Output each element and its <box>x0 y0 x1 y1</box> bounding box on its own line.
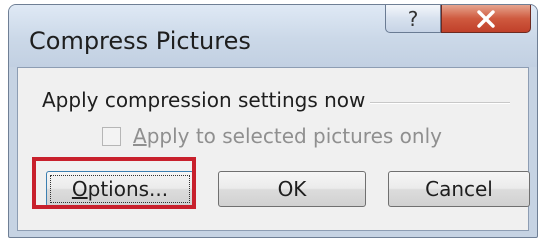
apply-selected-only-checkbox[interactable] <box>102 126 121 146</box>
help-button[interactable]: ? <box>385 5 441 33</box>
group-label: Apply compression settings now <box>42 88 366 112</box>
apply-selected-only-label: Apply to selected pictures only <box>133 124 442 148</box>
ok-button[interactable]: OK <box>218 171 366 207</box>
close-icon <box>477 9 495 28</box>
label-text: pply to selected pictures only <box>146 124 442 148</box>
title-bar[interactable]: Compress Pictures ? <box>9 5 537 67</box>
group-divider <box>370 102 510 104</box>
dialog-title: Compress Pictures <box>29 27 251 55</box>
close-button[interactable] <box>441 5 531 33</box>
annotation-highlight-box <box>32 157 196 209</box>
cancel-button[interactable]: Cancel <box>388 171 530 207</box>
accelerator-letter: A <box>133 124 147 148</box>
apply-selected-only-option[interactable]: Apply to selected pictures only <box>102 124 442 148</box>
